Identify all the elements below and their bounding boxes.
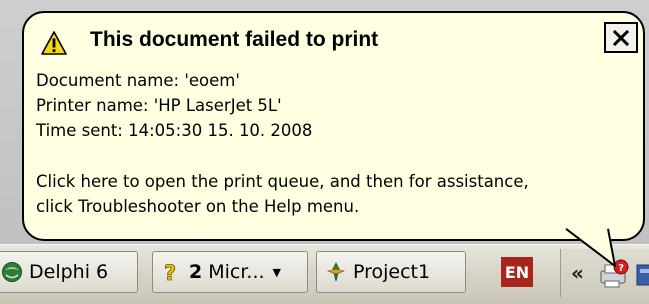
close-button[interactable] [604, 22, 638, 53]
tray-app-icon[interactable] [635, 261, 649, 289]
warning-icon [41, 31, 67, 55]
balloon-body: Document name: 'eoem' Printer name: 'HP … [36, 68, 636, 219]
close-icon [613, 29, 629, 46]
time-sent-line: Time sent: 14:05:30 15. 10. 2008 [36, 121, 313, 140]
taskbar-button-label: Project1 [353, 261, 431, 283]
taskbar-button-delphi[interactable]: Delphi 6 [0, 251, 138, 293]
delphi-icon [2, 262, 22, 282]
taskbar: Delphi 6 ? 2 Micr... ▼ Project1 EN « ? [0, 244, 649, 304]
taskbar-button-project1[interactable]: Project1 [316, 251, 466, 293]
open-queue-instruction-line1[interactable]: Click here to open the print queue, and … [36, 169, 636, 194]
balloon-title: This document failed to print [90, 28, 379, 51]
chevron-down-icon: ▼ [272, 265, 282, 279]
open-queue-instruction-line2[interactable]: click Troubleshooter on the Help menu. [36, 194, 636, 219]
taskbar-button-group-microsoft[interactable]: ? 2 Micr... ▼ [152, 251, 308, 293]
screen: Delphi 6 ? 2 Micr... ▼ Project1 EN « ? T… [0, 0, 649, 304]
language-indicator[interactable]: EN [501, 257, 533, 287]
taskbar-button-label: Micr... [208, 261, 265, 283]
document-name-line: Document name: 'eoem' [36, 71, 240, 90]
svg-text:?: ? [164, 261, 176, 283]
delphi-project-icon [326, 262, 346, 282]
help-question-icon: ? [164, 261, 177, 283]
print-failed-balloon[interactable]: This document failed to print Document n… [22, 11, 645, 241]
taskbar-button-label: Delphi 6 [29, 261, 109, 283]
balloon-pointer [565, 228, 616, 267]
printer-name-line: Printer name: 'HP LaserJet 5L' [36, 96, 282, 115]
taskbar-group-count: 2 [189, 261, 203, 283]
